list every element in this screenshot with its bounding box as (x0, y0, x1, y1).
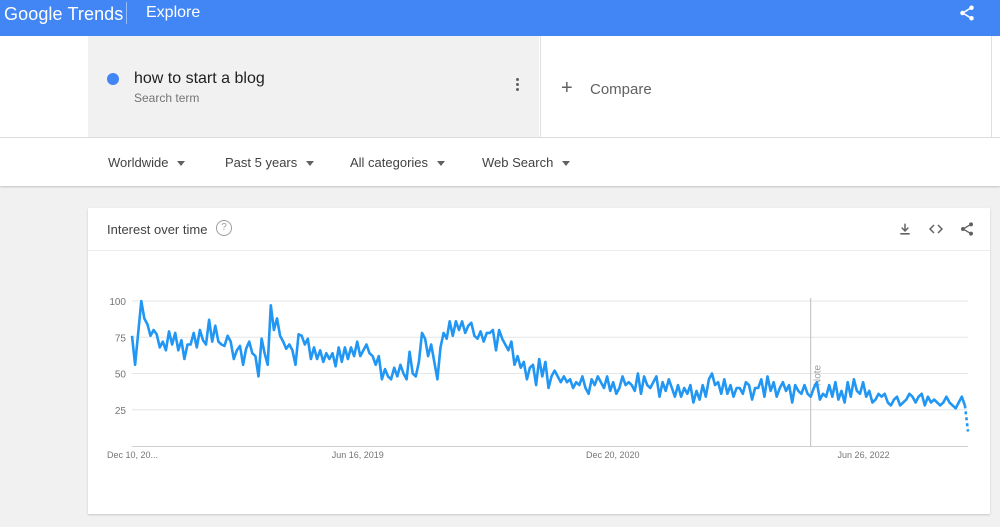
region-dropdown[interactable]: Worldwide (108, 155, 186, 170)
region-label: Worldwide (108, 155, 169, 170)
chevron-down-icon (437, 161, 446, 167)
x-tick-label: Dec 10, 20... (107, 450, 158, 460)
search-term-card[interactable]: how to start a blog Search term (88, 36, 539, 137)
logo-google-text: Google (4, 4, 63, 24)
time-range-dropdown[interactable]: Past 5 years (225, 155, 315, 170)
interest-line-chart[interactable]: 100 75 50 25 Dec 10, 20... Jun 16, 2019 Dec 20… (88, 208, 990, 514)
interest-over-time-card: Interest over time ? 100 75 50 25 Dec 10, 20… (88, 208, 990, 514)
chevron-down-icon (177, 161, 186, 167)
y-tick-label: 75 (115, 333, 127, 344)
category-label: All categories (350, 155, 429, 170)
search-term-text[interactable]: how to start a blog (134, 70, 265, 88)
plus-icon: + (561, 77, 573, 99)
search-type-dropdown[interactable]: Web Search (482, 155, 571, 170)
share-icon[interactable] (958, 4, 976, 22)
compare-label: Compare (590, 81, 652, 98)
y-tick-label: 25 (115, 406, 127, 417)
google-trends-logo[interactable]: Google Trends (4, 2, 123, 26)
header-divider (126, 2, 127, 24)
search-terms-panel: how to start a blog Search term + Compar… (0, 36, 1000, 138)
more-vert-icon[interactable] (512, 78, 522, 94)
x-tick-label: Jun 16, 2019 (332, 450, 384, 460)
filter-bar: Worldwide Past 5 years All categories We… (0, 138, 1000, 186)
chevron-down-icon (306, 161, 315, 167)
logo-trends-text: Trends (67, 4, 124, 24)
term-color-dot (107, 73, 119, 85)
search-type-label: Web Search (482, 155, 554, 170)
x-tick-label: Dec 20, 2020 (586, 450, 640, 460)
x-tick-label: Jun 26, 2022 (838, 450, 890, 460)
time-range-label: Past 5 years (225, 155, 298, 170)
app-header: Google Trends Explore (0, 0, 1000, 36)
compare-button[interactable]: + Compare (540, 36, 992, 137)
y-tick-label: 50 (115, 370, 127, 381)
search-term-type: Search term (134, 91, 200, 105)
y-tick-label: 100 (109, 297, 126, 308)
section-title[interactable]: Explore (146, 2, 200, 24)
series-line (130, 299, 967, 410)
chevron-down-icon (562, 161, 571, 167)
category-dropdown[interactable]: All categories (350, 155, 446, 170)
